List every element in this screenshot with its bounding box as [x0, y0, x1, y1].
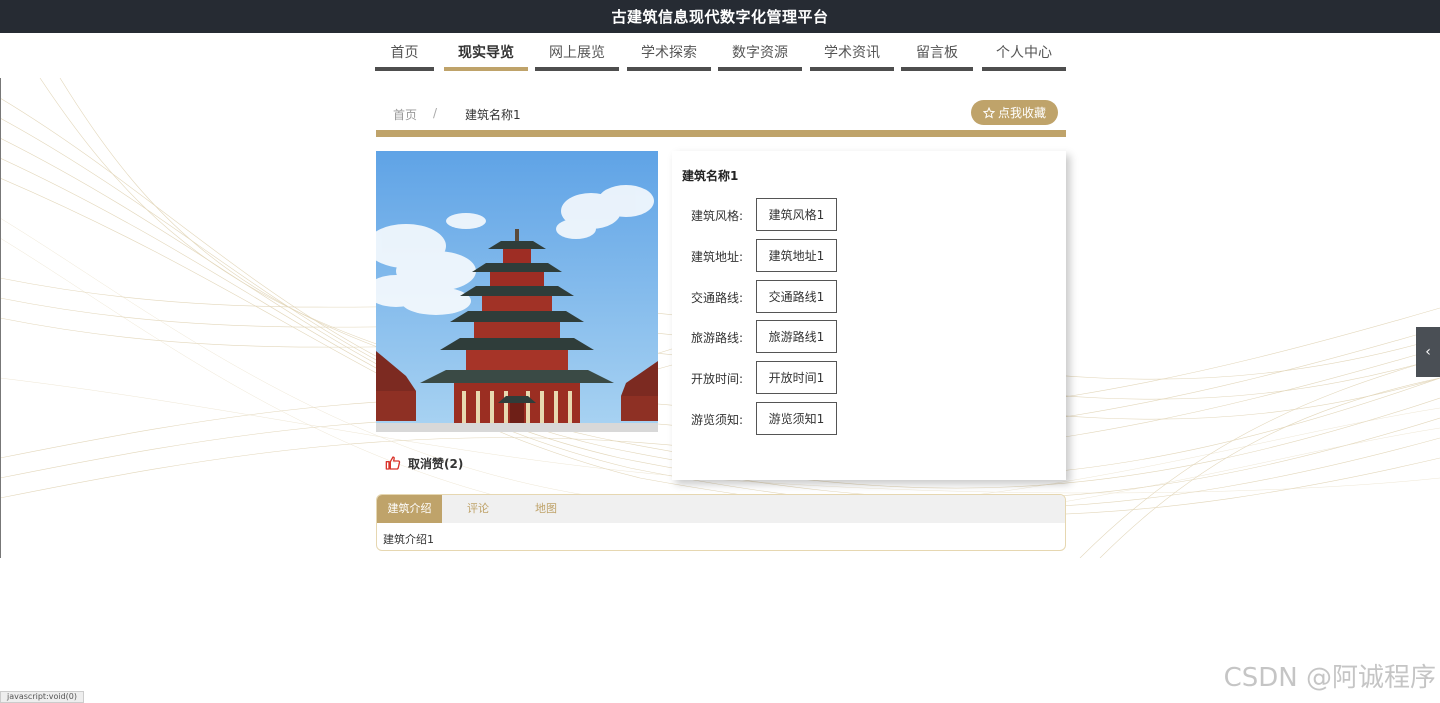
- info-row-style: 建筑风格: 建筑风格1: [672, 198, 1066, 231]
- tab-comments[interactable]: 评论: [448, 495, 508, 523]
- nav-item-personal-center[interactable]: 个人中心: [982, 33, 1066, 71]
- star-outline-icon: [982, 106, 995, 119]
- browser-status-bar: javascript:void(0): [0, 691, 85, 703]
- favorite-button[interactable]: 点我收藏: [971, 100, 1058, 125]
- tab-introduction[interactable]: 建筑介绍: [377, 495, 442, 523]
- info-value: 游览须知1: [756, 402, 837, 435]
- info-label: 开放时间:: [690, 372, 743, 386]
- gold-divider: [376, 130, 1066, 137]
- tab-strip: 建筑介绍 评论 地图: [377, 495, 1065, 523]
- chevron-left-icon: ‹: [1425, 344, 1431, 360]
- info-value: 旅游路线1: [756, 320, 837, 353]
- title-bar: 古建筑信息现代数字化管理平台: [0, 0, 1440, 33]
- tab-content: 建筑介绍1: [383, 533, 434, 546]
- side-panel-toggle[interactable]: ‹: [1416, 327, 1440, 377]
- page-left-border: [0, 78, 1, 558]
- nav-item-online-exhibition[interactable]: 网上展览: [535, 33, 619, 71]
- info-value: 建筑风格1: [756, 198, 837, 231]
- info-label: 建筑风格:: [690, 209, 743, 223]
- nav-item-digital-resources[interactable]: 数字资源: [718, 33, 802, 71]
- nav-item-academic-news[interactable]: 学术资讯: [810, 33, 894, 71]
- info-row-address: 建筑地址: 建筑地址1: [672, 239, 1066, 272]
- breadcrumb: 首页 / 建筑名称1 点我收藏: [376, 100, 1066, 130]
- main-nav: 首页 现实导览 网上展览 学术探索 数字资源 学术资讯 留言板 个人中心: [0, 33, 1440, 78]
- tab-map[interactable]: 地图: [516, 495, 576, 523]
- like-toggle[interactable]: 取消赞(2): [376, 449, 658, 477]
- building-name: 建筑名称1: [682, 169, 739, 183]
- info-label: 旅游路线:: [690, 331, 743, 345]
- like-label: 取消赞(2): [408, 456, 464, 471]
- info-row-tour-route: 旅游路线: 旅游路线1: [672, 320, 1066, 353]
- building-photo: [376, 151, 658, 432]
- nav-item-message-board[interactable]: 留言板: [901, 33, 973, 71]
- breadcrumb-current: 建筑名称1: [465, 108, 521, 122]
- info-value: 开放时间1: [756, 361, 837, 394]
- watermark: CSDN @阿诚程序: [1223, 663, 1436, 693]
- favorite-button-label: 点我收藏: [997, 106, 1046, 120]
- thumbs-up-icon: [385, 456, 401, 470]
- detail-tabs: 建筑介绍 评论 地图 建筑介绍1: [376, 494, 1066, 551]
- info-row-opening-hours: 开放时间: 开放时间1: [672, 361, 1066, 394]
- building-info-card: 建筑名称1 建筑风格: 建筑风格1 建筑地址: 建筑地址1 交通路线: 交通路线…: [672, 151, 1066, 480]
- nav-item-home[interactable]: 首页: [375, 33, 434, 71]
- nav-item-academic-exploration[interactable]: 学术探索: [627, 33, 711, 71]
- info-row-visitor-notes: 游览须知: 游览须知1: [672, 402, 1066, 435]
- info-value: 建筑地址1: [756, 239, 837, 272]
- nav-item-tour[interactable]: 现实导览: [444, 33, 528, 71]
- breadcrumb-separator: /: [433, 106, 438, 120]
- info-row-transport: 交通路线: 交通路线1: [672, 280, 1066, 313]
- info-label: 交通路线:: [690, 291, 743, 305]
- breadcrumb-home-link[interactable]: 首页: [393, 106, 417, 123]
- info-label: 游览须知:: [690, 413, 743, 427]
- app-title: 古建筑信息现代数字化管理平台: [611, 8, 829, 26]
- info-value: 交通路线1: [756, 280, 837, 313]
- info-label: 建筑地址:: [690, 250, 743, 264]
